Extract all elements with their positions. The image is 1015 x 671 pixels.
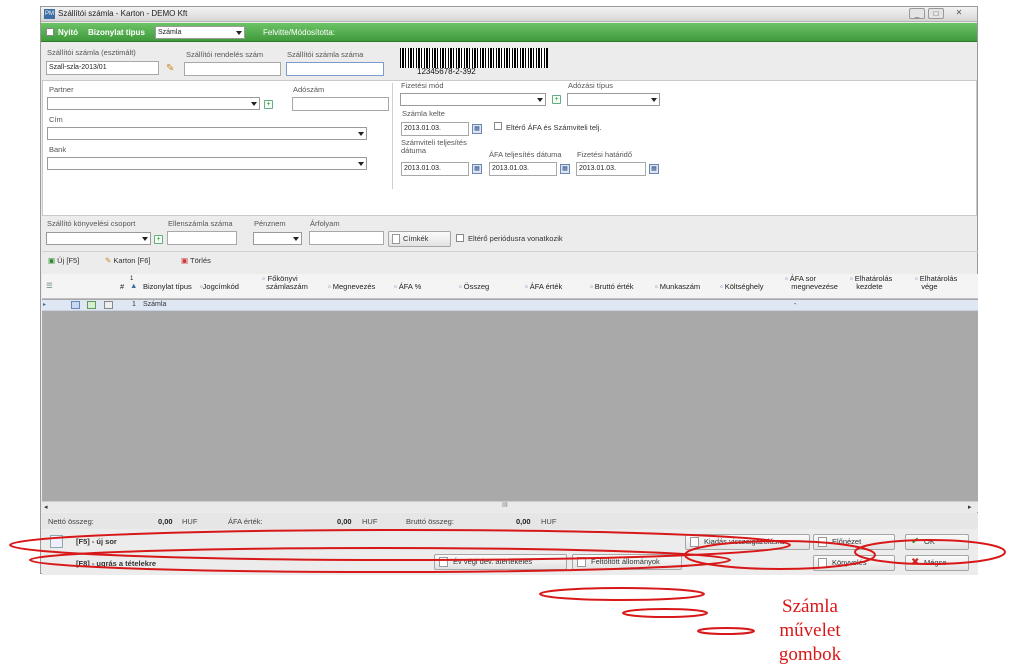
annotation-ellipse: [854, 539, 1006, 565]
annotation-ellipse: [9, 529, 791, 561]
annotation-ellipse: [622, 608, 708, 618]
annotation-ellipse: [539, 587, 705, 601]
annotation-ellipse: [697, 627, 755, 635]
annotation-ellipses: [9, 529, 1006, 635]
annotation-ellipse: [684, 540, 876, 570]
annotation-label: Számla művelet gombok: [778, 596, 842, 665]
